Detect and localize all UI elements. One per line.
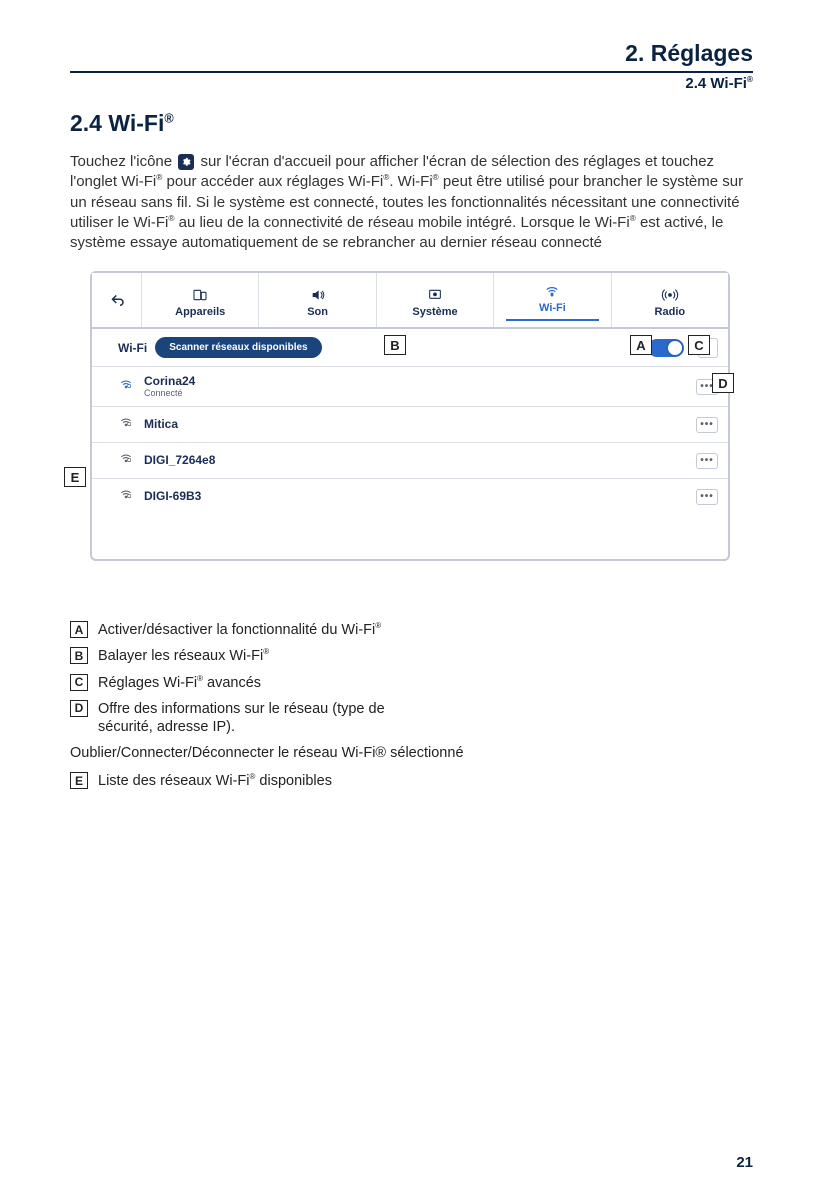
network-name: DIGI-69B3: [144, 490, 201, 503]
legend-key: C: [70, 674, 88, 691]
legend-key: E: [70, 772, 88, 789]
tab-radio[interactable]: Radio: [612, 273, 728, 327]
radio-icon: [661, 287, 679, 303]
legend-extra-text: Oublier/Connecter/Déconnecter le réseau …: [70, 744, 753, 762]
legend-item: C Réglages Wi-Fi® avancés: [70, 674, 753, 692]
legend-item: B Balayer les réseaux Wi-Fi®: [70, 647, 753, 665]
network-row[interactable]: DIGI_7264e8 •••: [92, 443, 728, 479]
tab-son[interactable]: Son: [259, 273, 376, 327]
network-more-button[interactable]: •••: [696, 489, 718, 505]
tab-appareils[interactable]: Appareils: [142, 273, 259, 327]
legend-text: Balayer les réseaux Wi-Fi®: [98, 647, 269, 665]
chapter-sub: 2.4 Wi-Fi®: [70, 75, 753, 92]
wifi-signal-icon: [118, 487, 134, 506]
page-header: 2. Réglages 2.4 Wi-Fi®: [70, 40, 753, 92]
legend-list: A Activer/désactiver la fonctionnalité d…: [70, 621, 753, 790]
tab-systeme[interactable]: Système: [377, 273, 494, 327]
back-button[interactable]: [92, 273, 142, 327]
network-row[interactable]: Mitica •••: [92, 407, 728, 443]
gear-icon: [178, 154, 194, 170]
wifi-icon: [543, 283, 561, 299]
network-row[interactable]: DIGI-69B3 •••: [92, 479, 728, 514]
callout-b: B: [384, 335, 406, 355]
tab-label: Radio: [655, 306, 686, 318]
devices-icon: [191, 287, 209, 303]
legend-key: A: [70, 621, 88, 638]
tab-wifi[interactable]: Wi-Fi: [494, 273, 611, 327]
tabs-row: Appareils Son Système Wi-Fi Radio: [92, 273, 728, 329]
system-icon: [426, 287, 444, 303]
legend-text: Activer/désactiver la fonctionnalité du …: [98, 621, 381, 639]
sound-icon: [309, 287, 327, 303]
network-more-button[interactable]: •••: [696, 453, 718, 469]
tab-label: Wi-Fi: [539, 302, 566, 314]
legend-key: D: [70, 700, 88, 717]
legend-key: B: [70, 647, 88, 664]
scan-button[interactable]: Scanner réseaux disponibles: [155, 337, 321, 358]
page-number: 21: [736, 1154, 753, 1171]
chapter-title: 2. Réglages: [70, 40, 753, 67]
legend-text: Réglages Wi-Fi® avancés: [98, 674, 261, 692]
network-more-button[interactable]: •••: [696, 417, 718, 433]
ui-screenshot: A B C Appareils Son Système Wi-Fi Radio …: [90, 271, 730, 561]
legend-text: Offre des informations sur le réseau (ty…: [98, 700, 418, 736]
section-title: 2.4 Wi-Fi®: [70, 110, 753, 137]
wifi-signal-icon: [118, 451, 134, 470]
network-row[interactable]: E D Corina24 Connecté •••: [92, 367, 728, 407]
tab-label: Son: [307, 306, 328, 318]
wifi-toggle[interactable]: [648, 339, 684, 357]
legend-item: D Offre des informations sur le réseau (…: [70, 700, 753, 736]
tab-label: Appareils: [175, 306, 225, 318]
legend-item: E Liste des réseaux Wi-Fi® disponibles: [70, 772, 753, 790]
network-name: DIGI_7264e8: [144, 454, 215, 467]
wifi-signal-icon: [118, 415, 134, 434]
network-text: Corina24 Connecté: [144, 375, 195, 398]
network-name: Mitica: [144, 418, 178, 431]
legend-item: A Activer/désactiver la fonctionnalité d…: [70, 621, 753, 639]
callout-c: C: [688, 335, 710, 355]
callout-d: D: [712, 373, 734, 393]
intro-paragraph: Touchez l'icône sur l'écran d'accueil po…: [70, 152, 753, 253]
tab-label: Système: [412, 306, 457, 318]
header-rule: [70, 71, 753, 73]
callout-a: A: [630, 335, 652, 355]
legend-text: Liste des réseaux Wi-Fi® disponibles: [98, 772, 332, 790]
wifi-signal-icon: [118, 377, 134, 396]
wifi-label: Wi-Fi: [118, 341, 147, 355]
callout-e: E: [64, 467, 86, 487]
